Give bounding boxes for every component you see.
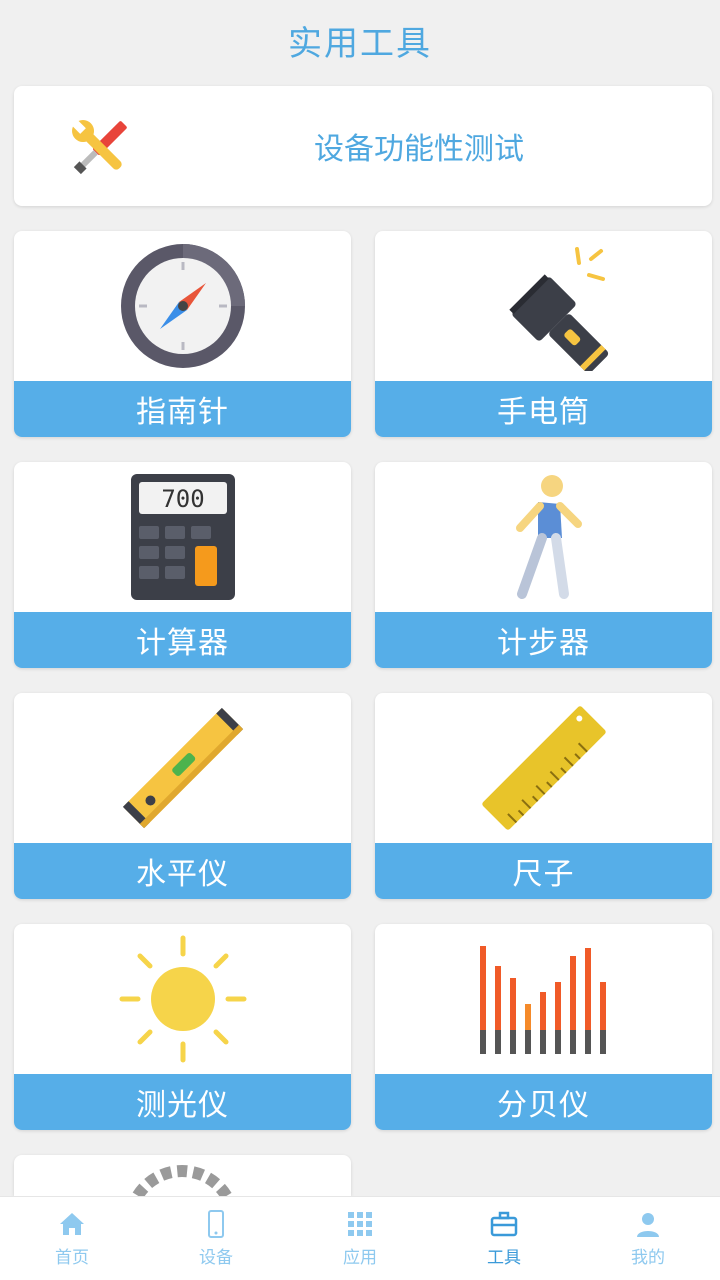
calculator-display: 700 xyxy=(161,485,204,513)
apps-grid-icon xyxy=(348,1212,372,1236)
tab-label: 我的 xyxy=(631,1248,665,1268)
flashlight-icon xyxy=(508,247,608,371)
tool-card-ruler[interactable]: 尺子 xyxy=(375,693,712,899)
tool-label: 水平仪 xyxy=(14,843,351,899)
tool-card-calculator[interactable]: 700 计算器 xyxy=(14,462,351,668)
tool-label: 分贝仪 xyxy=(375,1074,712,1130)
sound-bars-icon xyxy=(479,946,606,1054)
tab-me[interactable]: 我的 xyxy=(576,1197,720,1280)
spirit-level-icon xyxy=(122,707,243,829)
ruler-icon xyxy=(481,706,606,830)
tool-card-spirit-level[interactable]: 水平仪 xyxy=(14,693,351,899)
calculator-icon: 700 xyxy=(130,474,235,600)
tab-label: 设备 xyxy=(199,1248,233,1268)
tab-label: 应用 xyxy=(343,1248,377,1268)
tool-card-partial[interactable] xyxy=(14,1155,351,1196)
tab-label: 工具 xyxy=(487,1248,521,1268)
tool-label: 计步器 xyxy=(375,612,712,668)
tool-card-compass[interactable]: 指南针 xyxy=(14,231,351,437)
tool-card-flashlight[interactable]: 手电筒 xyxy=(375,231,712,437)
tool-label: 测光仪 xyxy=(14,1074,351,1130)
sun-icon xyxy=(119,935,246,1063)
tab-home[interactable]: 首页 xyxy=(0,1197,144,1280)
tool-label: 计算器 xyxy=(14,612,351,668)
bottom-tab-bar: 首页 设备 应用 工具 我的 xyxy=(0,1196,720,1280)
gear-icon xyxy=(130,1165,234,1196)
tool-label: 尺子 xyxy=(375,843,712,899)
tab-tools[interactable]: 工具 xyxy=(432,1197,576,1280)
tab-device[interactable]: 设备 xyxy=(144,1197,288,1280)
phone-icon xyxy=(208,1210,224,1238)
home-icon xyxy=(60,1213,84,1235)
tool-card-pedometer[interactable]: 计步器 xyxy=(375,462,712,668)
tab-label: 首页 xyxy=(55,1248,89,1268)
tab-apps[interactable]: 应用 xyxy=(288,1197,432,1280)
user-icon xyxy=(637,1213,659,1237)
tool-label: 手电筒 xyxy=(375,381,712,437)
toolbox-icon xyxy=(490,1211,518,1237)
walker-icon xyxy=(515,475,582,599)
tool-label: 指南针 xyxy=(14,381,351,437)
tool-card-decibel-meter[interactable]: 分贝仪 xyxy=(375,924,712,1130)
compass-icon xyxy=(120,244,245,368)
tool-card-light-meter[interactable]: 测光仪 xyxy=(14,924,351,1130)
